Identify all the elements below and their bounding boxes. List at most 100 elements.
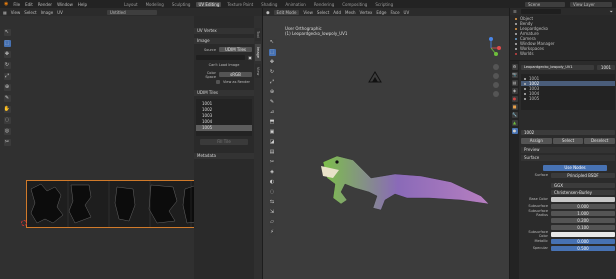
vp-menu-uv[interactable]: UV bbox=[404, 10, 410, 15]
vp-edge-slide-tool-icon[interactable]: ⇆ bbox=[268, 199, 276, 206]
menu-file[interactable]: File bbox=[13, 2, 20, 7]
uv-menu-uv[interactable]: UV bbox=[57, 10, 63, 15]
select-button[interactable]: Select bbox=[552, 137, 584, 144]
udim-tile-1005[interactable]: 1005 bbox=[196, 125, 252, 131]
vp-shrink-tool-icon[interactable]: ⇲ bbox=[268, 209, 276, 216]
color-space-dropdown[interactable]: sRGB bbox=[219, 72, 252, 77]
material-props-icon[interactable]: ● bbox=[511, 128, 518, 134]
vp-knife-tool-icon[interactable]: ✂ bbox=[268, 159, 276, 166]
vp-rotate-tool-icon[interactable]: ↻ bbox=[268, 69, 276, 76]
surface-shader-dropdown[interactable]: Principled BSDF bbox=[551, 172, 615, 178]
uv-menu-image[interactable]: Image bbox=[41, 10, 54, 15]
vp-smooth-tool-icon[interactable]: ◌ bbox=[268, 189, 276, 196]
use-nodes-button[interactable]: Use Nodes bbox=[543, 165, 607, 171]
source-dropdown[interactable]: UDIM Tiles bbox=[219, 47, 252, 52]
view-layer-selector[interactable]: View Layer bbox=[570, 1, 612, 7]
object-name-field[interactable]: Leopardgecko_lowpoly_UV1 bbox=[521, 65, 594, 70]
grab-tool-icon[interactable]: ✋ bbox=[3, 106, 11, 113]
tab-view[interactable]: View bbox=[255, 63, 261, 79]
surface-panel-header[interactable]: Surface bbox=[521, 155, 615, 161]
tab-sculpting[interactable]: Sculpting bbox=[170, 2, 193, 7]
vp-menu-face[interactable]: Face bbox=[390, 10, 399, 15]
vp-loopcut-tool-icon[interactable]: ▤ bbox=[268, 149, 276, 156]
subsurface-color-swatch[interactable] bbox=[551, 231, 615, 237]
pinch-tool-icon[interactable]: ◎ bbox=[3, 128, 11, 135]
rip-tool-icon[interactable]: ✂ bbox=[3, 139, 11, 146]
tab-uv-editing[interactable]: UV Editing bbox=[196, 1, 222, 7]
image-path-field[interactable] bbox=[196, 55, 246, 60]
vp-menu-mesh[interactable]: Mesh bbox=[345, 10, 356, 15]
material-name-field[interactable]: 1002 bbox=[521, 130, 615, 135]
assign-button[interactable]: Assign bbox=[521, 137, 552, 144]
rotate-tool-icon[interactable]: ↻ bbox=[3, 62, 11, 69]
metadata-panel-header[interactable]: Metadata bbox=[194, 153, 254, 159]
transform-tool-icon[interactable]: ⊕ bbox=[3, 84, 11, 91]
tab-rendering[interactable]: Rendering bbox=[312, 2, 336, 7]
subsurface-radius-x[interactable]: 1.000 bbox=[551, 210, 615, 216]
subsurface-method-dropdown[interactable]: Christensen-Burley bbox=[551, 189, 615, 195]
scene-props-icon[interactable]: ◈ bbox=[511, 88, 518, 94]
tab-modeling[interactable]: Modeling bbox=[144, 2, 166, 7]
viewport-editor-type-icon[interactable]: ⬢ bbox=[266, 10, 270, 15]
vp-scale-tool-icon[interactable]: ⤢ bbox=[268, 79, 276, 86]
zoom-icon[interactable] bbox=[493, 64, 499, 70]
object-props-icon[interactable]: ■ bbox=[511, 104, 518, 110]
base-color-swatch[interactable] bbox=[551, 196, 615, 202]
tab-texture-paint[interactable]: Texture Paint bbox=[225, 2, 255, 7]
move-tool-icon[interactable]: ✥ bbox=[3, 51, 11, 58]
filter-icon[interactable]: ⏷ bbox=[610, 9, 613, 14]
vp-polybuild-tool-icon[interactable]: ◈ bbox=[268, 169, 276, 176]
outliner-editor-icon[interactable]: ☰ bbox=[513, 9, 517, 14]
modifier-props-icon[interactable]: 🔧 bbox=[511, 112, 518, 118]
uv-slot-1005[interactable]: 1005 bbox=[521, 96, 615, 101]
tool-props-icon[interactable]: ⚙ bbox=[511, 64, 518, 70]
vp-measure-tool-icon[interactable]: ⊿ bbox=[268, 109, 276, 116]
tab-scripting[interactable]: Scripting bbox=[373, 2, 395, 7]
fill-tile-button[interactable]: Fill Tile bbox=[200, 139, 248, 145]
cursor-tool-icon[interactable]: ↖ bbox=[3, 29, 11, 36]
vp-extrude-tool-icon[interactable]: ⬒ bbox=[268, 119, 276, 126]
blender-logo-icon[interactable]: ◉ bbox=[4, 1, 8, 7]
uv-vertex-panel-header[interactable]: UV Vertex bbox=[194, 28, 254, 34]
subsurface-radius-z[interactable]: 0.100 bbox=[551, 224, 615, 230]
uv-menu-select[interactable]: Select bbox=[24, 10, 36, 15]
udim-tiles-panel-header[interactable]: UDIM Tiles bbox=[194, 90, 254, 96]
vp-menu-vertex[interactable]: Vertex bbox=[360, 10, 373, 15]
vp-spin-tool-icon[interactable]: ◐ bbox=[268, 179, 276, 186]
vp-inset-tool-icon[interactable]: ▣ bbox=[268, 129, 276, 136]
vp-transform-tool-icon[interactable]: ⊕ bbox=[268, 89, 276, 96]
2d-cursor-icon[interactable] bbox=[21, 220, 27, 226]
uv-menu-view[interactable]: View bbox=[11, 10, 21, 15]
image-panel-header[interactable]: Image bbox=[194, 38, 254, 44]
material-slot-field[interactable]: 1001 bbox=[597, 65, 615, 70]
tab-tool[interactable]: Tool bbox=[255, 28, 261, 41]
scale-tool-icon[interactable]: ⤢ bbox=[3, 73, 11, 80]
menu-edit[interactable]: Edit bbox=[25, 2, 33, 7]
vp-move-tool-icon[interactable]: ✥ bbox=[268, 59, 276, 66]
tab-shading[interactable]: Shading bbox=[259, 2, 279, 7]
camera-view-icon[interactable] bbox=[493, 82, 499, 88]
vp-menu-add[interactable]: Add bbox=[333, 10, 341, 15]
tab-image[interactable]: Image bbox=[255, 43, 261, 61]
relax-tool-icon[interactable]: ◌ bbox=[3, 117, 11, 124]
folder-icon[interactable]: ▣ bbox=[248, 55, 252, 60]
tab-animation[interactable]: Animation bbox=[283, 2, 307, 7]
tab-layout[interactable]: Layout bbox=[122, 2, 140, 7]
vp-menu-select[interactable]: Select bbox=[317, 10, 329, 15]
subsurface-value[interactable]: 0.000 bbox=[551, 203, 615, 209]
vp-cursor-tool-icon[interactable]: ↖ bbox=[268, 39, 276, 46]
vp-menu-view[interactable]: View bbox=[303, 10, 313, 15]
tab-compositing[interactable]: Compositing bbox=[340, 2, 369, 7]
menu-render[interactable]: Render bbox=[38, 2, 52, 7]
vp-menu-edge[interactable]: Edge bbox=[376, 10, 386, 15]
editor-type-icon[interactable]: ▦ bbox=[3, 10, 7, 15]
view-as-render-checkbox[interactable] bbox=[216, 79, 220, 84]
distribution-dropdown[interactable]: GGX bbox=[551, 182, 615, 188]
mode-dropdown[interactable]: Edit Mode bbox=[273, 9, 300, 15]
preview-panel-header[interactable]: Preview bbox=[521, 147, 615, 153]
world-props-icon[interactable]: ● bbox=[511, 96, 518, 102]
output-props-icon[interactable]: ▤ bbox=[511, 80, 518, 86]
deselect-button[interactable]: Deselect bbox=[584, 137, 616, 144]
annotate-tool-icon[interactable]: ✎ bbox=[3, 95, 11, 102]
metallic-value[interactable]: 0.000 bbox=[551, 238, 615, 244]
